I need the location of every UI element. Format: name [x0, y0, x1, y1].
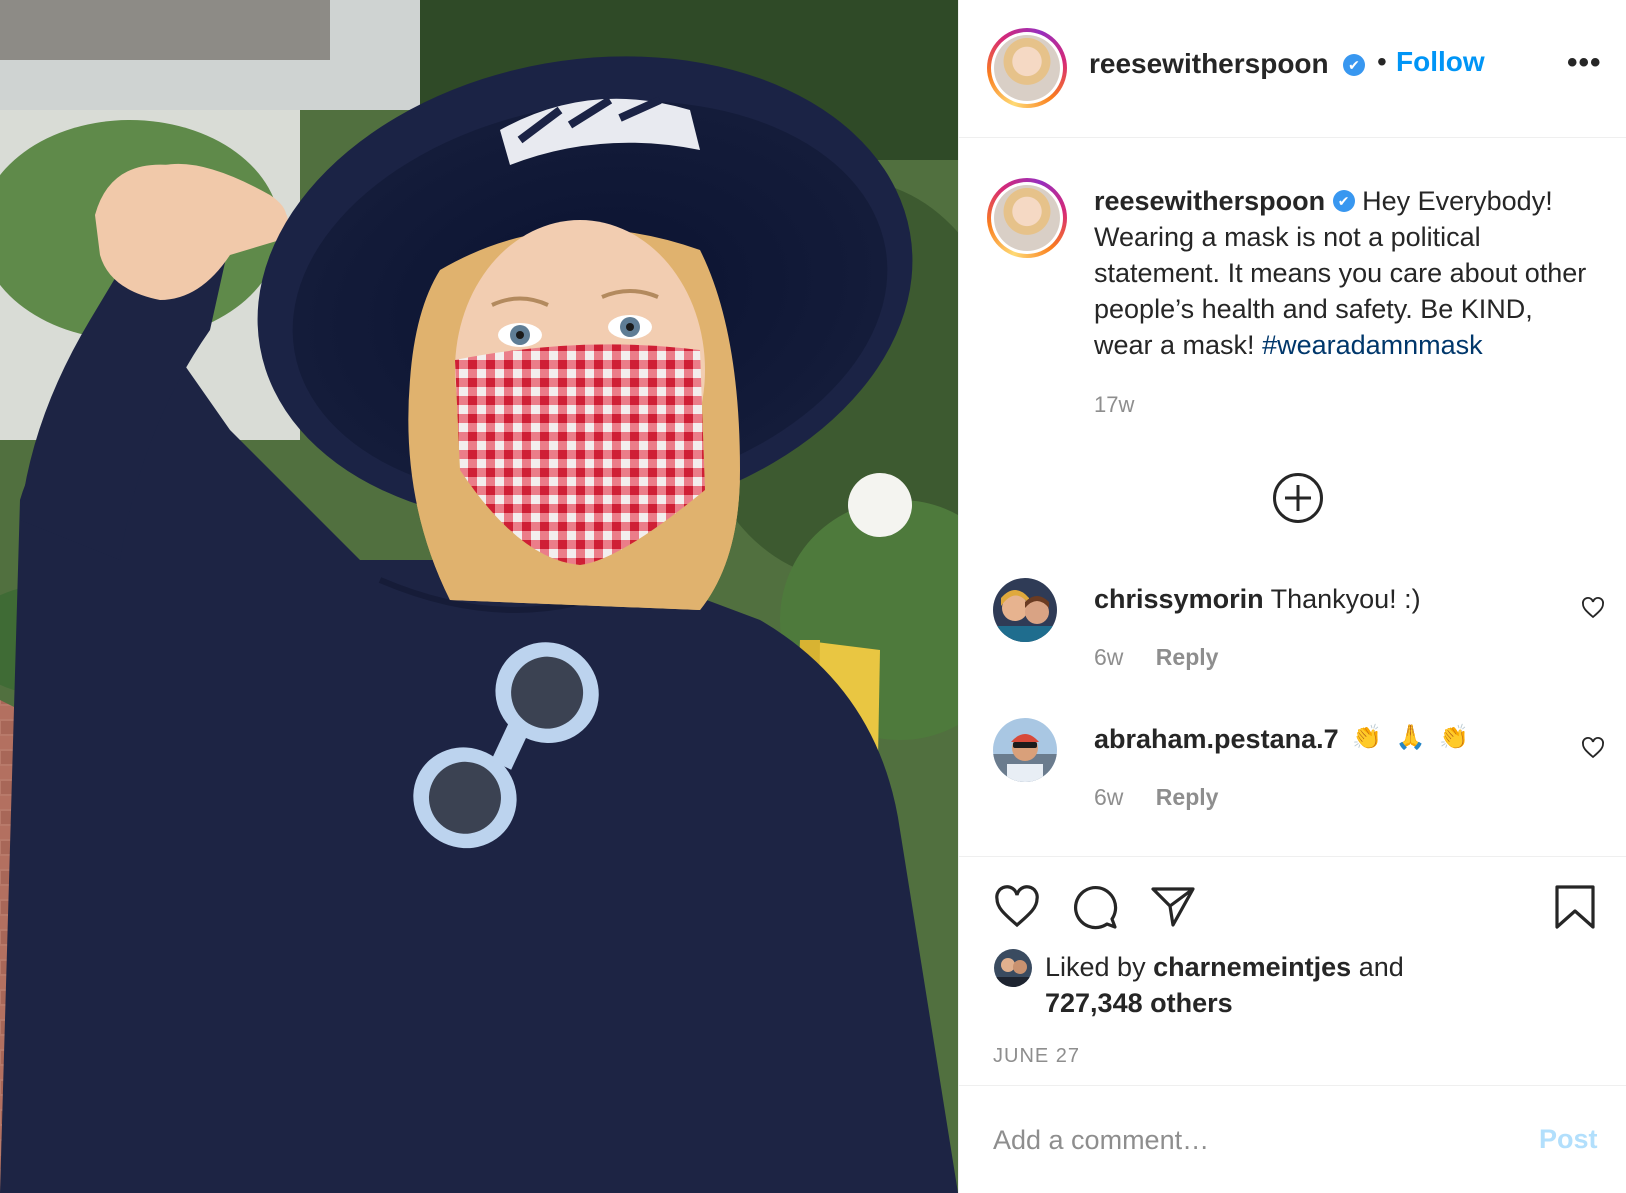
post-photo[interactable]	[0, 0, 958, 1193]
caption-text: reesewitherspoon ✔ Hey Everybody! Wearin…	[1094, 183, 1594, 363]
bookmark-icon[interactable]	[1553, 883, 1597, 931]
comment-item: chrissymorin Thankyou! :) 6w Reply	[959, 578, 1626, 698]
comment-username[interactable]: chrissymorin	[1094, 584, 1264, 614]
caption-author-avatar[interactable]	[987, 178, 1067, 258]
post-actions: Liked by charnemeintjes and 727,348 othe…	[959, 856, 1626, 1193]
add-comment-bar: Post	[959, 1085, 1626, 1193]
comment-username[interactable]: abraham.pestana.7	[1094, 724, 1339, 754]
reply-button[interactable]: Reply	[1156, 644, 1219, 670]
liker-avatar[interactable]	[994, 949, 1032, 987]
commenter-avatar[interactable]	[993, 578, 1057, 642]
follow-button[interactable]: Follow	[1396, 46, 1485, 78]
reply-button[interactable]: Reply	[1156, 784, 1219, 810]
liked-by-username[interactable]: charnemeintjes	[1153, 952, 1351, 982]
load-more-comments-icon[interactable]	[1273, 473, 1323, 523]
post-date[interactable]: JUNE 27	[993, 1045, 1080, 1068]
more-options-icon[interactable]: •••	[1567, 46, 1602, 80]
heart-icon[interactable]	[993, 883, 1041, 931]
paper-plane-icon[interactable]	[1149, 883, 1197, 931]
caption-verified-badge-icon: ✔	[1332, 189, 1355, 212]
separator-dot: •	[1377, 46, 1387, 77]
comment-age[interactable]: 6w	[1094, 784, 1123, 810]
clapping-hands-emoji: 👏	[1439, 723, 1470, 751]
caption-hashtag-link[interactable]: #wearadamnmask	[1262, 330, 1483, 360]
clapping-hands-emoji: 👏	[1352, 723, 1383, 751]
likes-count[interactable]: 727,348 others	[1045, 988, 1233, 1018]
comment-body: Thankyou! :)	[1270, 584, 1421, 614]
likes-summary: Liked by charnemeintjes and 727,348 othe…	[1045, 949, 1404, 1021]
post-header: reesewitherspoon ✔ • Follow •••	[959, 0, 1626, 138]
author-avatar[interactable]	[987, 28, 1067, 108]
comment-like-heart-icon[interactable]	[1581, 736, 1605, 760]
add-comment-input[interactable]	[993, 1120, 1493, 1160]
comment-bubble-icon[interactable]	[1071, 883, 1119, 931]
caption-age[interactable]: 17w	[1094, 392, 1134, 418]
author-username[interactable]: reesewitherspoon	[1089, 48, 1329, 80]
likes-and: and	[1358, 952, 1404, 982]
post-details-panel: reesewitherspoon ✔ • Follow ••• reesewit…	[958, 0, 1626, 1193]
comment-item: abraham.pestana.7 👏 🙏 👏 6w Reply	[959, 718, 1626, 838]
commenter-avatar[interactable]	[993, 718, 1057, 782]
comment-text: chrissymorin Thankyou! :)	[1094, 584, 1421, 615]
likes-prefix: Liked by	[1045, 952, 1146, 982]
comment-meta: 6w Reply	[1094, 784, 1218, 811]
comment-age[interactable]: 6w	[1094, 644, 1123, 670]
caption-username[interactable]: reesewitherspoon	[1094, 186, 1325, 216]
folded-hands-emoji: 🙏	[1395, 723, 1426, 751]
comment-text: abraham.pestana.7 👏 🙏 👏	[1094, 724, 1469, 756]
comment-meta: 6w Reply	[1094, 644, 1218, 671]
post-comment-button[interactable]: Post	[1539, 1124, 1598, 1155]
verified-badge-icon: ✔	[1343, 54, 1365, 76]
comment-like-heart-icon[interactable]	[1581, 596, 1605, 620]
